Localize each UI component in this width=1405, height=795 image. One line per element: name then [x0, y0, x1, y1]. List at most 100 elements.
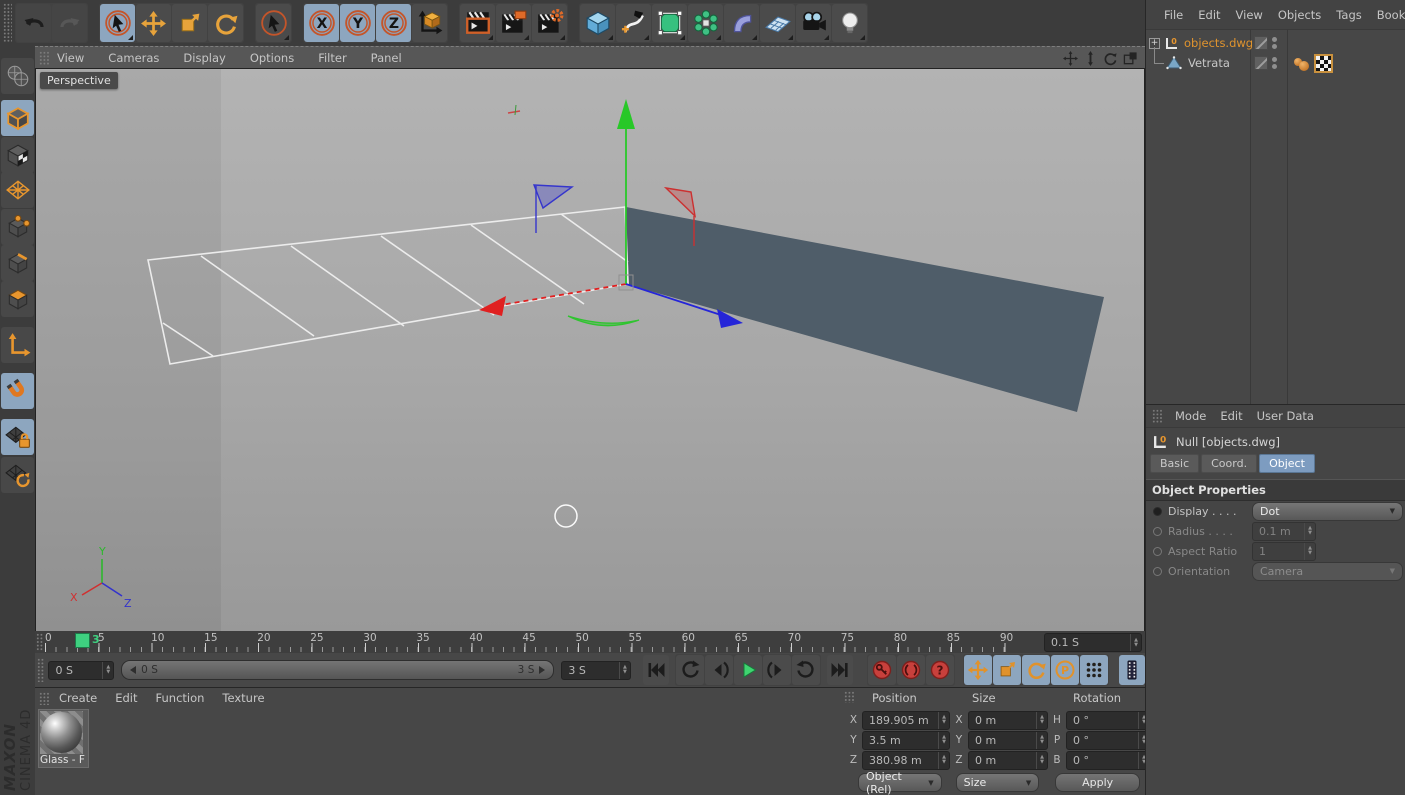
lock-x-button[interactable]: X — [304, 4, 339, 42]
lock-y-button[interactable]: Y — [340, 4, 375, 42]
size-mode-dropdown[interactable]: Size — [955, 773, 1040, 792]
pos-z-field[interactable]: 380.98 m — [862, 750, 950, 770]
axis-mode-button[interactable] — [1, 327, 34, 363]
viewport-perspective[interactable]: Perspective Y X Z — [35, 68, 1145, 632]
next-frame-button[interactable] — [762, 655, 791, 685]
wall-object[interactable] — [626, 207, 1104, 412]
gizmo-y-arrowhead[interactable] — [617, 99, 635, 129]
frame-step-field[interactable]: 0.1 S — [1044, 633, 1142, 652]
apply-button[interactable]: Apply — [1055, 773, 1140, 792]
material-name-label[interactable]: Glass - F — [40, 754, 85, 766]
tab-basic[interactable]: Basic — [1150, 454, 1200, 473]
viewport-menu-item[interactable]: Cameras — [108, 51, 159, 65]
material-menu-item[interactable]: Function — [156, 691, 205, 705]
aspect-ratio-field[interactable]: 1 — [1252, 541, 1316, 561]
size-z-stepper[interactable] — [1036, 751, 1047, 769]
viewport-menu-item[interactable]: Panel — [371, 51, 402, 65]
scale-tool-button[interactable] — [172, 4, 207, 42]
enable-toggle-icon[interactable] — [1254, 36, 1268, 50]
play-button[interactable] — [733, 655, 762, 685]
material-menu-item[interactable]: Texture — [222, 691, 264, 705]
range-end-field[interactable]: 3 S — [561, 660, 631, 680]
coordinate-system-button[interactable] — [412, 4, 447, 42]
viewport-menu-item[interactable]: Filter — [318, 51, 346, 65]
material-menu-item[interactable]: Create — [59, 691, 97, 705]
key-scale-button[interactable] — [992, 655, 1021, 685]
size-z-field[interactable]: 0 m — [968, 750, 1048, 770]
object-manager-menu-item[interactable]: Tags — [1336, 8, 1361, 22]
texture-tag-icon[interactable] — [1314, 53, 1333, 73]
size-x-stepper[interactable] — [1036, 711, 1047, 729]
tab-coord[interactable]: Coord. — [1201, 454, 1258, 473]
attribute-grip[interactable] — [1152, 409, 1163, 423]
solo-animation-button[interactable] — [1118, 655, 1145, 685]
material-preview-sphere[interactable] — [40, 711, 83, 754]
range-end-stepper[interactable] — [618, 661, 630, 679]
frame-step-stepper[interactable] — [1130, 634, 1141, 651]
material-menu-item[interactable]: Edit — [115, 691, 137, 705]
render-settings-button[interactable] — [532, 4, 567, 42]
redo-button[interactable] — [52, 4, 87, 42]
object-manager-menu-item[interactable]: View — [1236, 8, 1263, 22]
timeline-grip[interactable] — [36, 633, 44, 651]
viewport-camera-label[interactable]: Perspective — [40, 72, 118, 89]
slider-left-arrow-icon[interactable] — [130, 666, 137, 674]
coordinates-grip[interactable] — [844, 691, 854, 703]
lock-z-button[interactable]: Z — [376, 4, 411, 42]
zoom-view-button[interactable] — [1082, 50, 1099, 67]
next-key-button[interactable] — [791, 655, 820, 685]
visibility-toggles[interactable] — [1254, 56, 1277, 70]
object-name[interactable]: Vetrata — [1188, 56, 1230, 70]
aspect-anim-dot[interactable] — [1153, 546, 1162, 556]
make-editable-button[interactable] — [1, 58, 34, 94]
toggle-view-button[interactable] — [1122, 50, 1139, 67]
rotate-view-button[interactable] — [1102, 50, 1119, 67]
live-selection-button[interactable] — [100, 4, 135, 42]
render-view-button[interactable] — [460, 4, 495, 42]
polygons-mode-button[interactable] — [1, 281, 34, 317]
rot-p-field[interactable]: 0 ° — [1066, 730, 1150, 750]
visibility-dots[interactable] — [1272, 57, 1277, 69]
object-manager-menu-item[interactable]: Bookma — [1377, 8, 1405, 22]
viewport-menu-item[interactable]: Display — [183, 51, 225, 65]
key-position-button[interactable] — [963, 655, 992, 685]
orientation-anim-dot[interactable] — [1153, 566, 1162, 576]
model-mode-button[interactable] — [1, 100, 34, 136]
key-rotation-button[interactable] — [1021, 655, 1050, 685]
size-y-field[interactable]: 0 m — [968, 730, 1048, 750]
timeline-ruler[interactable]: 0 5 10 15 20 25 30 35 40 45 50 55 60 65 70 75 80 85 90 3 0… — [35, 631, 1145, 654]
selection-tool-button[interactable] — [256, 4, 291, 42]
previous-frame-button[interactable] — [704, 655, 733, 685]
viewport-menu-item[interactable]: View — [57, 51, 84, 65]
enable-toggle-icon[interactable] — [1254, 56, 1268, 70]
align-workplane-button[interactable] — [1, 457, 34, 493]
lock-workplane-button[interactable] — [1, 419, 34, 455]
object-manager-menu-item[interactable]: Objects — [1278, 8, 1321, 22]
attribute-menu-item[interactable]: Edit — [1220, 409, 1242, 423]
material-menubar-grip[interactable] — [39, 691, 49, 705]
add-array-button[interactable] — [688, 4, 723, 42]
render-picture-viewer-button[interactable] — [496, 4, 531, 42]
workplane-mode-button[interactable] — [1, 172, 34, 208]
gizmo-x-axis[interactable] — [500, 283, 627, 306]
rotate-tool-button[interactable] — [208, 4, 243, 42]
points-mode-button[interactable] — [1, 209, 34, 245]
keyframe-selection-button[interactable]: ? — [925, 655, 954, 685]
range-start-stepper[interactable] — [102, 661, 113, 679]
viewport-menu-item[interactable]: Options — [250, 51, 294, 65]
goto-end-button[interactable] — [826, 655, 853, 685]
pos-x-field[interactable]: 189.905 m — [862, 710, 950, 730]
pos-y-stepper[interactable] — [938, 731, 949, 749]
add-environment-button[interactable] — [760, 4, 795, 42]
gizmo-x-arrowhead[interactable] — [479, 296, 506, 316]
scene-canvas[interactable] — [36, 69, 1144, 631]
timeline-playhead[interactable] — [75, 633, 90, 648]
size-x-field[interactable]: 0 m — [968, 710, 1048, 730]
add-light-button[interactable] — [832, 4, 867, 42]
slider-right-arrow-icon[interactable] — [539, 666, 546, 674]
visibility-toggles[interactable] — [1254, 36, 1277, 50]
object-name[interactable]: objects.dwg — [1184, 36, 1253, 50]
key-parameter-button[interactable]: P — [1050, 655, 1079, 685]
radius-field[interactable]: 0.1 m — [1252, 521, 1316, 541]
add-spline-button[interactable] — [616, 4, 651, 42]
